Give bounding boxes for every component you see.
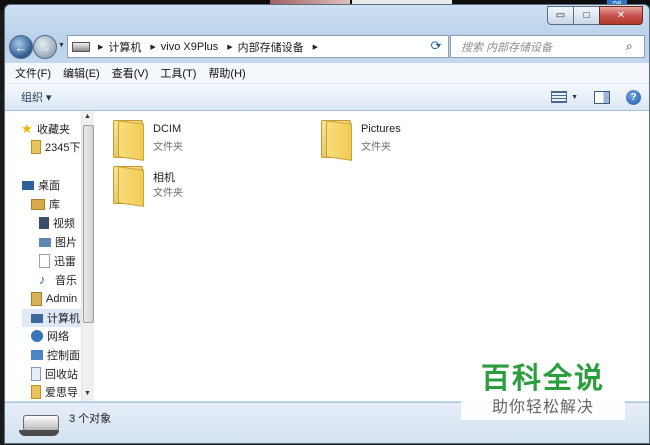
nav-recycle-bin[interactable]: 回收站: [31, 365, 107, 383]
control-panel-icon: [31, 350, 43, 360]
music-icon: ♪: [39, 272, 46, 287]
help-icon[interactable]: ?: [626, 89, 641, 105]
folder-icon: [113, 120, 144, 161]
search-box[interactable]: 搜索 内部存储设备 ⌕: [450, 35, 645, 58]
folder-icon: [31, 385, 41, 399]
nav-admin[interactable]: Admin: [31, 290, 107, 308]
breadcrumb-separator-icon[interactable]: ▶: [313, 43, 318, 51]
folder-name: 相机: [153, 172, 175, 184]
folder-item-camera[interactable]: 相机 文件夹: [109, 163, 289, 207]
breadcrumb-separator-icon[interactable]: ▶: [227, 43, 232, 51]
folder-name: DCIM: [153, 123, 182, 135]
recycle-bin-icon: [31, 367, 41, 381]
computer-icon: [31, 313, 43, 323]
menu-file[interactable]: 文件(F): [15, 65, 51, 81]
library-icon: [31, 198, 45, 210]
change-view-icon[interactable]: [551, 91, 568, 103]
forward-arrow-icon: →: [38, 39, 52, 55]
preview-pane-icon[interactable]: [594, 90, 610, 104]
command-bar: 组织 ▾ ▼ ?: [5, 84, 649, 111]
nav-control-panel[interactable]: 控制面: [31, 346, 107, 364]
watermark-logo: 百科全说 助你轻松解决: [461, 343, 625, 420]
folder-icon: [113, 166, 144, 207]
nav-pictures[interactable]: 图片: [39, 233, 115, 251]
breadcrumb-storage[interactable]: 内部存储设备: [238, 39, 304, 55]
network-icon: [31, 330, 43, 342]
search-icon[interactable]: ⌕: [626, 39, 644, 54]
nav-aisi[interactable]: 爱思导: [31, 383, 107, 401]
watermark-title: 百科全说: [480, 363, 605, 395]
breadcrumb-device[interactable]: vivo X9Plus: [161, 41, 218, 53]
breadcrumb-separator-icon[interactable]: ▶: [98, 43, 103, 51]
view-options-dropdown[interactable]: ▼: [571, 94, 578, 101]
nav-videos[interactable]: 视频: [39, 214, 115, 232]
caption-buttons: ▭ □ ✕: [547, 6, 643, 25]
menu-edit[interactable]: 编辑(E): [63, 65, 100, 81]
document-icon: [39, 254, 50, 268]
scroll-up-icon[interactable]: ▲: [84, 113, 91, 120]
folder-type: 文件夹: [153, 142, 183, 153]
user-folder-icon: [31, 292, 42, 306]
folder-name: Pictures: [361, 123, 401, 135]
organize-button[interactable]: 组织 ▾: [21, 89, 52, 105]
back-button[interactable]: ←: [9, 35, 33, 59]
folder-icon: [31, 140, 41, 154]
item-count: 3 个对象: [69, 413, 112, 425]
breadcrumb-computer[interactable]: 计算机: [108, 39, 141, 55]
address-bar[interactable]: ▶ 计算机 ▶ vivo X9Plus ▶ 内部存储设备 ▶ ▼: [67, 35, 449, 58]
nav-xunlei[interactable]: 迅雷: [39, 252, 115, 270]
pictures-icon: [39, 237, 51, 247]
folder-icon: [321, 120, 352, 161]
nav-libraries[interactable]: 库: [31, 195, 107, 213]
nav-computer[interactable]: 计算机: [22, 309, 82, 327]
folder-type: 文件夹: [361, 142, 391, 153]
search-input[interactable]: 搜索 内部存储设备: [451, 39, 626, 55]
scrollbar-thumb[interactable]: [83, 125, 94, 323]
drive-base-icon: [19, 430, 59, 436]
back-arrow-icon: ←: [14, 39, 28, 55]
close-button[interactable]: ✕: [599, 6, 643, 25]
nav-scrollbar[interactable]: ▲ ▼: [81, 111, 94, 401]
folder-type: 文件夹: [153, 188, 183, 199]
star-icon: ★: [21, 121, 33, 136]
nav-network[interactable]: 网络: [31, 327, 107, 345]
menu-tools[interactable]: 工具(T): [160, 65, 196, 81]
scroll-down-icon[interactable]: ▼: [84, 390, 91, 397]
nav-music[interactable]: ♪ 音乐: [39, 271, 115, 289]
desktop-icon: [22, 180, 34, 190]
folder-item-dcim[interactable]: DCIM 文件夹: [109, 117, 289, 161]
breadcrumb-separator-icon[interactable]: ▶: [150, 43, 155, 51]
menu-help[interactable]: 帮助(H): [208, 65, 245, 81]
drive-icon: [23, 415, 59, 431]
navigation-pane: ★ 收藏夹 2345下 桌面 库 视频 图片 迅雷 ♪ 音乐 Admin 计算机…: [5, 111, 94, 401]
refresh-button[interactable]: ⟳: [427, 36, 445, 55]
watermark-subtitle: 助你轻松解决: [491, 399, 594, 416]
menu-view[interactable]: 查看(V): [112, 65, 149, 81]
video-icon: [39, 217, 49, 229]
folder-item-pictures[interactable]: Pictures 文件夹: [317, 117, 497, 161]
forward-button[interactable]: →: [33, 35, 57, 59]
drive-icon: [72, 41, 90, 52]
nav-2345-downloads[interactable]: 2345下: [31, 138, 107, 156]
recent-pages-dropdown[interactable]: ▼: [58, 42, 65, 49]
maximize-button[interactable]: □: [573, 6, 600, 25]
menu-bar: 文件(F) 编辑(E) 查看(V) 工具(T) 帮助(H): [5, 63, 649, 84]
minimize-button[interactable]: ▭: [547, 6, 574, 25]
